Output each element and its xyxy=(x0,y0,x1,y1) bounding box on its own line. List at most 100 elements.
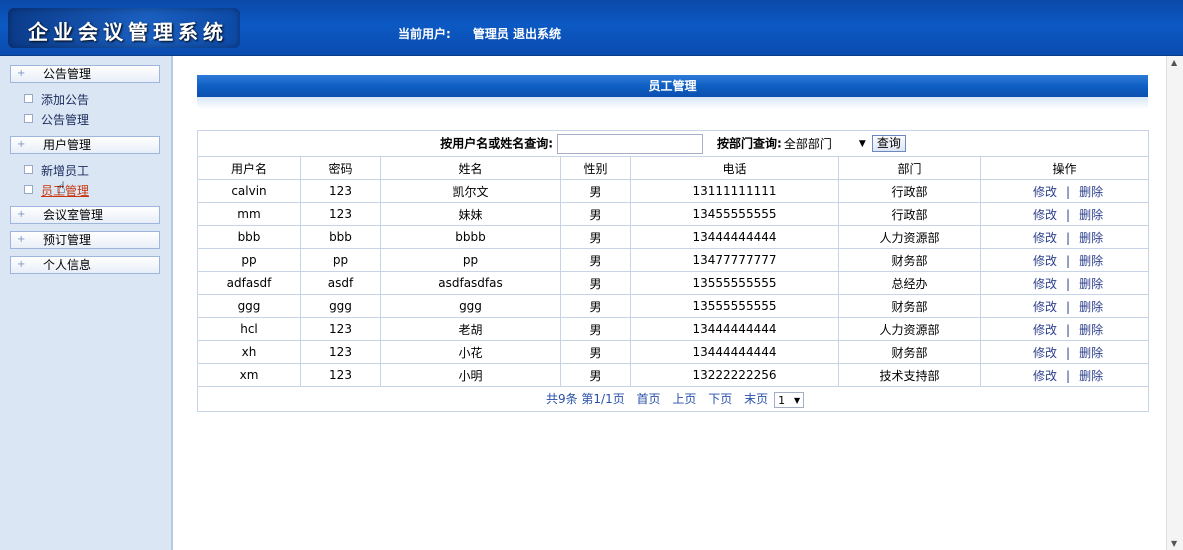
pager-next[interactable]: 下页 xyxy=(708,392,732,406)
employee-table: 按用户名或姓名查询: 按部门查询: 全部部门 ▼ 查询 用户名 密码 姓名 性别 电话 … xyxy=(196,130,1150,412)
page-select[interactable]: 1 ▼ xyxy=(774,391,805,408)
table-cell: 小花 xyxy=(380,340,561,364)
action-separator: | xyxy=(1066,345,1071,360)
table-cell: 123 xyxy=(300,363,381,387)
table-cell: 男 xyxy=(560,202,631,226)
name-search-input[interactable] xyxy=(557,133,704,154)
table-cell: xm xyxy=(197,363,301,387)
row-actions: 修改 | 删除 xyxy=(979,271,1150,295)
pager-first[interactable]: 首页 xyxy=(637,392,661,406)
table-cell: 13444444444 xyxy=(630,225,839,249)
edit-link[interactable]: 修改 xyxy=(1033,208,1057,222)
pager-summary: 共9条 第1/1页 xyxy=(545,392,625,407)
sidebar-menu-users[interactable]: + 用户管理 xyxy=(10,136,160,154)
sidebar-item-add-announcement[interactable]: 添加公告 xyxy=(24,92,89,108)
table-cell: 行政部 xyxy=(838,179,981,203)
table-cell: 13444444444 xyxy=(630,317,839,341)
table-cell: asdf xyxy=(300,271,381,295)
delete-link[interactable]: 删除 xyxy=(1079,369,1103,383)
delete-link[interactable]: 删除 xyxy=(1079,277,1103,291)
delete-link[interactable]: 删除 xyxy=(1079,208,1103,222)
edit-link[interactable]: 修改 xyxy=(1033,323,1057,337)
edit-link[interactable]: 修改 xyxy=(1033,185,1057,199)
row-actions: 修改 | 删除 xyxy=(979,294,1150,318)
table-cell: bbb xyxy=(300,225,381,249)
edit-link[interactable]: 修改 xyxy=(1033,277,1057,291)
delete-link[interactable]: 删除 xyxy=(1079,185,1103,199)
search-row: 按用户名或姓名查询: 按部门查询: 全部部门 ▼ 查询 xyxy=(196,130,1150,157)
table-header: 用户名 密码 姓名 性别 电话 部门 操作 xyxy=(197,156,1150,180)
expand-icon: + xyxy=(17,68,26,79)
table-cell: 老胡 xyxy=(380,317,561,341)
row-actions: 修改 | 删除 xyxy=(979,363,1150,387)
table-cell: 凯尔文 xyxy=(380,179,561,203)
pager: 共9条 第1/1页 首页 上页 下页 末页 1 ▼ xyxy=(196,386,1150,412)
expand-icon: + xyxy=(17,139,26,150)
bullet-icon xyxy=(24,165,33,174)
table-cell: mm xyxy=(197,202,301,226)
logout-link[interactable]: 退出系统 xyxy=(513,27,561,41)
edit-link[interactable]: 修改 xyxy=(1033,369,1057,383)
pager-prev[interactable]: 上页 xyxy=(672,392,696,406)
table-cell: 男 xyxy=(560,248,631,272)
table-cell: 男 xyxy=(560,225,631,249)
table-cell: 技术支持部 xyxy=(838,363,981,387)
table-row: xh 123 小花男 13444444444 财务部 修改 | 删除 xyxy=(197,340,1150,364)
action-separator: | xyxy=(1066,253,1071,268)
search-bar: 按用户名或姓名查询: 按部门查询: 全部部门 ▼ 查询 xyxy=(196,130,1150,157)
edit-link[interactable]: 修改 xyxy=(1033,300,1057,314)
sidebar-item-new-employee[interactable]: 新增员工 xyxy=(24,163,89,179)
table-cell: ggg xyxy=(380,294,561,318)
table-cell: 13555555555 xyxy=(630,294,839,318)
col-header: 部门 xyxy=(838,156,981,180)
scroll-down-icon[interactable]: ▼ xyxy=(1171,539,1177,548)
table-cell: 财务部 xyxy=(838,248,981,272)
table-cell: 男 xyxy=(560,179,631,203)
edit-link[interactable]: 修改 xyxy=(1033,231,1057,245)
current-user-name: 管理员 xyxy=(472,27,509,41)
app-header: 企业会议管理系统 当前用户: 管理员 退出系统 xyxy=(0,0,1183,56)
delete-link[interactable]: 删除 xyxy=(1079,346,1103,360)
row-actions: 修改 | 删除 xyxy=(979,317,1150,341)
delete-link[interactable]: 删除 xyxy=(1079,300,1103,314)
delete-link[interactable]: 删除 xyxy=(1079,254,1103,268)
table-row: ggg ggg ggg 男 13555555555 财务部 修改 | 删除 xyxy=(197,294,1150,318)
table-cell: xh xyxy=(197,340,301,364)
row-actions: 修改 | 删除 xyxy=(979,179,1150,203)
table-cell: calvin xyxy=(197,179,301,203)
table-row: adfasdf asdf asdfasdfas 男 13555555555 总经办 修改 | 删… xyxy=(197,271,1150,295)
col-header: 密码 xyxy=(300,156,381,180)
edit-link[interactable]: 修改 xyxy=(1033,346,1057,360)
action-separator: | xyxy=(1066,230,1071,245)
table-row: mm 123 妹妹男 13455555555 行政部 修改 | 删除 xyxy=(197,202,1150,226)
sidebar-menu-bookings[interactable]: + 预订管理 xyxy=(10,231,160,249)
scroll-up-icon[interactable]: ▲ xyxy=(1171,58,1177,67)
table-row: bbb bbb bbbb 男 13444444444 人力资源部 修改 | 删除 xyxy=(197,225,1150,249)
table-cell: 男 xyxy=(560,294,631,318)
sidebar-menu-personal-info[interactable]: + 个人信息 xyxy=(10,256,160,274)
delete-link[interactable]: 删除 xyxy=(1079,231,1103,245)
sidebar-item-announcement-manage[interactable]: 公告管理 xyxy=(24,112,89,128)
table-cell: 男 xyxy=(560,363,631,387)
table-cell: 13222222256 xyxy=(630,363,839,387)
vertical-scrollbar[interactable]: ▲ ▼ xyxy=(1166,56,1183,550)
pager-last[interactable]: 末页 xyxy=(744,392,768,406)
query-button[interactable]: 查询 xyxy=(871,135,906,152)
dept-select[interactable]: 全部部门 ▼ xyxy=(784,135,870,153)
table-cell: 妹妹 xyxy=(380,202,561,226)
col-header: 姓名 xyxy=(380,156,561,180)
row-actions: 修改 | 删除 xyxy=(979,340,1150,364)
table-row: xm 123 小明男 13222222256 技术支持部 修改 | 删除 xyxy=(197,363,1150,387)
table-cell: 男 xyxy=(560,340,631,364)
sidebar-menu-announcements[interactable]: + 公告管理 xyxy=(10,65,160,83)
table-cell: 男 xyxy=(560,317,631,341)
table-cell: bbbb xyxy=(380,225,561,249)
table-cell: 人力资源部 xyxy=(838,317,981,341)
table-cell: asdfasdfas xyxy=(380,271,561,295)
user-bar: 当前用户: 管理员 退出系统 xyxy=(398,25,561,42)
edit-link[interactable]: 修改 xyxy=(1033,254,1057,268)
table-cell: 123 xyxy=(300,317,381,341)
delete-link[interactable]: 删除 xyxy=(1079,323,1103,337)
sidebar-menu-meeting-rooms[interactable]: + 会议室管理 xyxy=(10,206,160,224)
page-title: 员工管理 xyxy=(197,75,1148,97)
